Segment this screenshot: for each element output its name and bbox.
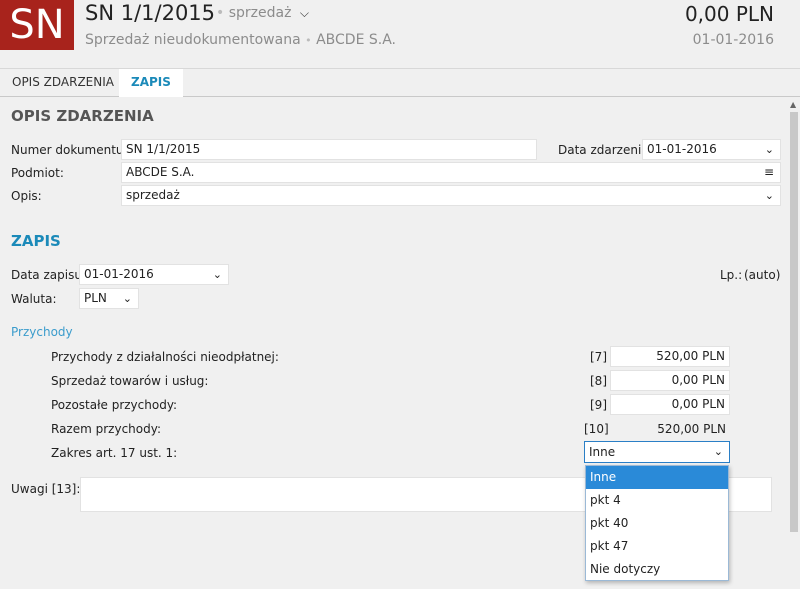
chevron-down-icon[interactable]: ⌄ xyxy=(714,442,723,462)
total-amount: 0,00 PLN xyxy=(684,2,774,26)
chevron-down-icon[interactable]: ⌄ xyxy=(213,265,222,284)
tab-bar: OPIS ZDARZENIA ZAPIS xyxy=(0,69,800,97)
podmiot-field[interactable]: ABCDE S.A. ≡ xyxy=(121,162,781,183)
numer-dokumentu-field[interactable]: SN 1/1/2015 xyxy=(121,139,537,160)
zakres-dropdown-list: Inne pkt 4 pkt 40 pkt 47 Nie dotyczy xyxy=(585,465,729,581)
tab-zapis[interactable]: ZAPIS xyxy=(119,69,183,97)
sprzedaz-towarow-field[interactable]: 0,00 PLN xyxy=(610,370,730,391)
separator-dot: • xyxy=(305,34,312,47)
document-date: 01-01-2016 xyxy=(692,32,774,48)
scroll-up-icon[interactable]: ▲ xyxy=(790,100,796,109)
data-zapisu-value: 01-01-2016 xyxy=(84,267,154,281)
data-zdarzenia-label: Data zdarzenia: xyxy=(558,143,653,157)
przychody-row-label: Pozostałe przychody: xyxy=(51,398,178,412)
przychody-row-code: [7] xyxy=(590,350,607,364)
opis-label: Opis: xyxy=(11,189,42,203)
chevron-down-icon[interactable]: ⌵ xyxy=(300,6,309,20)
zakres-label: Zakres art. 17 ust. 1: xyxy=(51,446,178,460)
data-zdarzenia-value: 01-01-2016 xyxy=(647,142,717,156)
podmiot-label: Podmiot: xyxy=(11,166,64,180)
section-title-zapis: ZAPIS xyxy=(11,232,61,250)
przychody-row-label: Przychody z działalności nieodpłatnej: xyxy=(51,350,279,364)
document-subtitle: Sprzedaż nieudokumentowana • ABCDE S.A. xyxy=(85,32,396,48)
document-header: SN SN 1/1/2015 • sprzedaż ⌵ Sprzedaż nie… xyxy=(0,0,800,69)
przychody-nieodplatne-field[interactable]: 520,00 PLN xyxy=(610,346,730,367)
zakres-option-pkt47[interactable]: pkt 47 xyxy=(586,535,728,558)
przychody-row-code: [10] xyxy=(584,422,609,436)
data-zdarzenia-select[interactable]: 01-01-2016 ⌄ xyxy=(642,139,781,160)
numer-label: Numer dokumentu: xyxy=(11,143,128,157)
zakres-option-inne[interactable]: Inne xyxy=(586,466,728,489)
data-zapisu-label: Data zapisu: xyxy=(11,268,86,282)
tab-opis-zdarzenia[interactable]: OPIS ZDARZENIA xyxy=(0,69,126,97)
przychody-row-code: [9] xyxy=(590,398,607,412)
zakres-option-pkt4[interactable]: pkt 4 xyxy=(586,489,728,512)
chevron-down-icon[interactable]: ⌄ xyxy=(123,289,132,308)
razem-przychody-value: 520,00 PLN xyxy=(657,422,726,436)
document-type-selector[interactable]: • sprzedaż ⌵ xyxy=(216,5,309,21)
przychody-row-label: Sprzedaż towarów i usług: xyxy=(51,374,209,388)
opis-select[interactable]: sprzedaż ⌄ xyxy=(121,185,781,206)
document-type-badge: SN xyxy=(0,0,74,50)
zakres-option-pkt40[interactable]: pkt 40 xyxy=(586,512,728,535)
document-title: SN 1/1/2015 xyxy=(85,1,216,25)
scrollbar-thumb[interactable] xyxy=(790,112,798,532)
data-zapisu-select[interactable]: 01-01-2016 ⌄ xyxy=(79,264,229,285)
vertical-scrollbar[interactable]: ▲ xyxy=(788,98,800,589)
pozostale-przychody-field[interactable]: 0,00 PLN xyxy=(610,394,730,415)
przychody-row-code: [8] xyxy=(590,374,607,388)
lp-value: (auto) xyxy=(744,268,781,282)
waluta-value: PLN xyxy=(84,291,107,305)
uwagi-label: Uwagi [13]: xyxy=(11,482,81,496)
waluta-select[interactable]: PLN ⌄ xyxy=(79,288,139,309)
przychody-heading: Przychody xyxy=(11,325,73,339)
podmiot-value: ABCDE S.A. xyxy=(126,165,195,179)
document-type-label: sprzedaż xyxy=(228,5,292,21)
przychody-row-label: Razem przychody: xyxy=(51,422,161,436)
list-icon[interactable]: ≡ xyxy=(764,163,774,182)
separator-dot: • xyxy=(216,5,225,21)
company-name: ABCDE S.A. xyxy=(316,32,396,48)
zakres-option-nie-dotyczy[interactable]: Nie dotyczy xyxy=(586,558,728,581)
section-title-opis: OPIS ZDARZENIA xyxy=(11,107,154,125)
chevron-down-icon[interactable]: ⌄ xyxy=(765,186,774,205)
subtitle-text: Sprzedaż nieudokumentowana xyxy=(85,32,301,48)
form-content: OPIS ZDARZENIA Numer dokumentu: SN 1/1/2… xyxy=(0,98,788,589)
opis-value: sprzedaż xyxy=(126,188,180,202)
zakres-value: Inne xyxy=(589,445,616,459)
zakres-select[interactable]: Inne ⌄ xyxy=(584,441,730,463)
waluta-label: Waluta: xyxy=(11,292,57,306)
lp-label: Lp.: xyxy=(720,268,743,282)
chevron-down-icon[interactable]: ⌄ xyxy=(765,140,774,159)
